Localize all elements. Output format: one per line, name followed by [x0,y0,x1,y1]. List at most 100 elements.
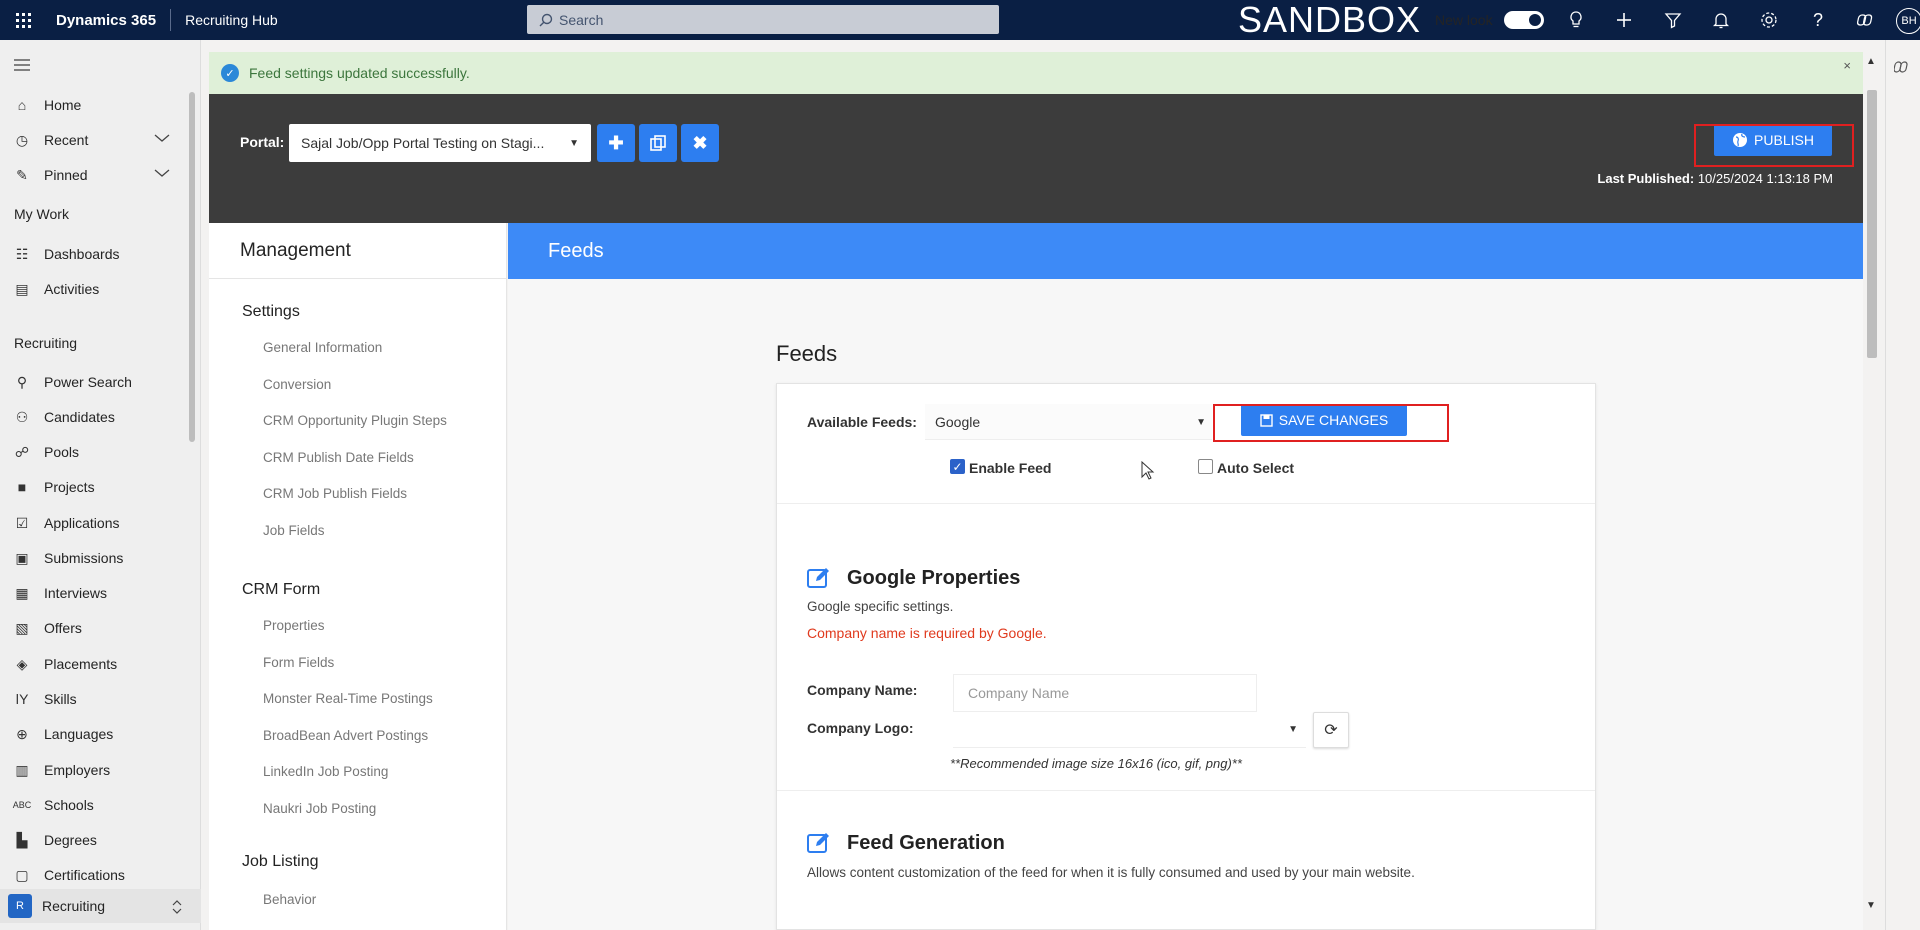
pin-icon: ✎ [16,166,28,183]
app-launcher-button[interactable] [0,0,46,40]
close-icon[interactable]: × [1843,58,1851,73]
area-switcher-label: Recruiting [42,898,106,914]
auto-select-checkbox[interactable] [1198,459,1213,474]
nav-label: Certifications [44,867,125,883]
avatar[interactable]: BH [1896,8,1920,34]
home-icon: ⌂ [17,97,27,113]
gear-icon[interactable] [1749,0,1789,40]
available-feeds-value: Google [935,413,981,430]
nav-pinned[interactable]: ✎ Pinned [0,160,190,190]
waffle-icon [15,12,31,28]
success-alert: ✓ Feed settings updated successfully. × [209,52,1863,94]
link-linkedin-job-posting[interactable]: LinkedIn Job Posting [263,764,388,779]
nav-scrollbar[interactable] [189,92,195,442]
copy-icon [650,135,666,151]
link-behavior[interactable]: Behavior [263,892,316,907]
nav-label: Candidates [44,409,115,425]
app-name[interactable]: Dynamics 365 [46,12,170,29]
company-logo-select[interactable]: ▼ [953,712,1306,748]
nav-degrees[interactable]: ▙ Degrees [0,825,190,855]
link-job-fields[interactable]: Job Fields [263,523,325,538]
lightbulb-icon[interactable] [1556,0,1596,40]
nav-interviews[interactable]: ▦ Interviews [0,578,190,608]
company-name-input[interactable]: Company Name [953,674,1257,712]
nav-placements[interactable]: ◈ Placements [0,649,190,679]
plus-icon: ✚ [608,132,624,153]
portal-select[interactable]: Sajal Job/Opp Portal Testing on Stagi...… [289,124,591,162]
plus-icon[interactable] [1604,0,1644,40]
link-crm-opportunity-plugin-steps[interactable]: CRM Opportunity Plugin Steps [263,413,447,428]
portal-bar: Portal: Sajal Job/Opp Portal Testing on … [209,94,1863,223]
nav-label: Schools [44,797,94,813]
chevron-down-icon[interactable] [154,168,170,178]
help-icon[interactable]: ? [1798,0,1838,40]
nav-label: Activities [44,281,100,297]
nav-power-search[interactable]: ⚲ Power Search [0,367,190,397]
refresh-logo-button[interactable]: ⟳ [1313,712,1349,748]
available-feeds-select[interactable]: Google ▼ [925,404,1212,440]
bell-icon[interactable] [1701,0,1741,40]
nav-label: Offers [44,620,82,636]
new-look-toggle[interactable] [1504,11,1544,29]
add-portal-button[interactable]: ✚ [597,124,635,162]
nav-home[interactable]: ⌂ Home [0,90,190,120]
copilot-icon[interactable] [1846,0,1886,40]
copy-portal-button[interactable] [639,124,677,162]
enable-feed-checkbox[interactable]: ✓ [950,459,965,474]
management-panel: Management Settings General Information … [209,223,507,930]
link-conversion[interactable]: Conversion [263,377,331,392]
nav-projects[interactable]: ■ Projects [0,472,190,502]
crm-form-section-title: CRM Form [242,581,321,598]
nav-languages[interactable]: ⊕ Languages [0,719,190,749]
nav-pools[interactable]: ☍ Pools [0,437,190,467]
abc-icon: ABC [12,800,32,810]
link-naukri-job-posting[interactable]: Naukri Job Posting [263,801,376,816]
nav-dashboards[interactable]: ☷ Dashboards [0,239,190,269]
nav-recent[interactable]: ◷ Recent [0,125,190,155]
hamburger-icon[interactable] [14,58,30,76]
link-form-fields[interactable]: Form Fields [263,655,334,670]
scroll-down-icon[interactable]: ▼ [1866,900,1876,911]
nav-submissions[interactable]: ▣ Submissions [0,543,190,573]
nav-schools[interactable]: ABC Schools [0,790,190,820]
link-broadbean-postings[interactable]: BroadBean Advert Postings [263,728,428,743]
last-published-value: 10/25/2024 1:13:18 PM [1697,171,1833,186]
feeds-content: Feeds Available Feeds: Google ▼ SAVE CHA… [508,279,1863,930]
site-map: ⌂ Home ◷ Recent ✎ Pinned My Work ☷ Dashboard… [0,40,201,930]
link-monster-postings[interactable]: Monster Real-Time Postings [263,691,433,706]
main-scrollbar[interactable]: ▲ ▼ [1863,52,1881,930]
nav-label: Degrees [44,832,97,848]
briefcase-icon: ■ [17,479,27,495]
scroll-up-icon[interactable]: ▲ [1866,56,1876,67]
area-name[interactable]: Recruiting Hub [171,12,292,28]
filter-icon[interactable] [1653,0,1693,40]
building-icon: ▥ [15,761,29,778]
settings-section-title: Settings [242,303,300,320]
nav-certifications[interactable]: ▢ Certifications [0,860,190,890]
nav-label: Power Search [44,374,132,390]
delete-portal-button[interactable]: ✖ [681,124,719,162]
link-properties[interactable]: Properties [263,618,325,633]
nav-applications[interactable]: ☑ Applications [0,508,190,538]
nav-employers[interactable]: ▥ Employers [0,755,190,785]
check-circle-icon: ✓ [221,64,239,82]
area-badge: R [8,894,32,918]
google-properties-desc: Google specific settings. [807,599,954,614]
publish-highlight [1694,124,1854,167]
nav-skills[interactable]: ǀΥ Skills [0,684,190,714]
globe-icon: ⊕ [16,725,28,742]
chevron-down-icon[interactable] [154,133,170,143]
scroll-thumb[interactable] [1867,90,1877,358]
search-input[interactable]: Search [527,5,999,34]
link-general-information[interactable]: General Information [263,340,382,355]
link-crm-publish-date-fields[interactable]: CRM Publish Date Fields [263,450,414,465]
nav-candidates[interactable]: ⚇ Candidates [0,402,190,432]
close-icon: ✖ [692,132,708,153]
nav-activities[interactable]: ▤ Activities [0,274,190,304]
area-switcher[interactable]: R Recruiting [0,889,201,923]
nav-label: Projects [44,479,95,495]
nav-offers[interactable]: ▧ Offers [0,613,190,643]
link-crm-job-publish-fields[interactable]: CRM Job Publish Fields [263,486,407,501]
nav-label: Recent [44,132,89,148]
copilot-icon[interactable] [1894,60,1910,74]
